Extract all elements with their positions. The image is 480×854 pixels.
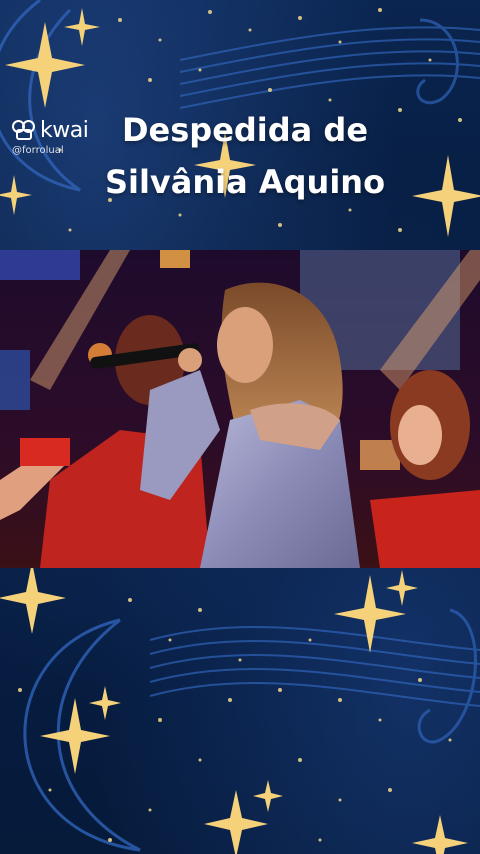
star-icon (64, 8, 100, 46)
video-frame[interactable] (0, 250, 480, 568)
video-still (0, 250, 480, 568)
star-icon (89, 686, 121, 720)
page-title: Despedida de Silvânia Aquino (0, 104, 480, 208)
star-icon (5, 22, 85, 108)
star-icon (253, 780, 283, 812)
title-line-1: Despedida de (121, 111, 369, 149)
title-line-2: Silvânia Aquino (104, 163, 386, 201)
star-icon (412, 815, 468, 854)
star-icon (386, 570, 418, 606)
star-icon (0, 562, 66, 634)
star-icon (40, 698, 110, 774)
music-staff-icon (149, 608, 480, 744)
star-icon (204, 790, 268, 854)
story-frame: kwai @forrolual Despedida de Silvânia Aq… (0, 0, 480, 854)
music-staff-icon (179, 18, 480, 109)
